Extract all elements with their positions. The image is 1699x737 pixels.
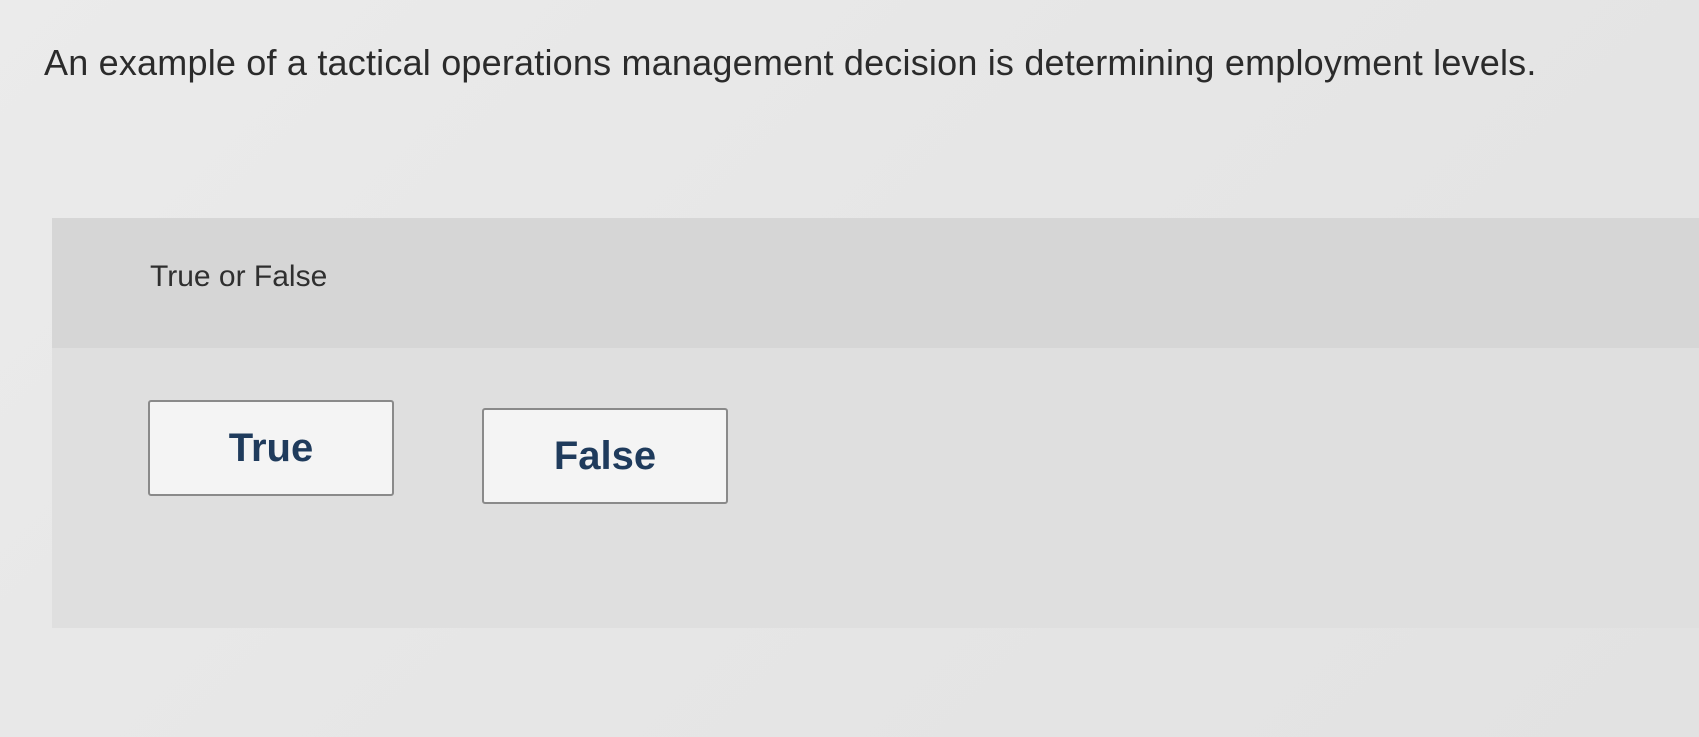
true-button[interactable]: True (148, 400, 394, 496)
false-button-label: False (553, 433, 657, 478)
true-button-label: True (228, 425, 314, 470)
instruction-label: True or False (150, 260, 328, 293)
instruction-header: True or False (52, 218, 1699, 348)
false-button[interactable]: False (482, 408, 728, 504)
question-text: An example of a tactical operations mana… (44, 42, 1537, 83)
